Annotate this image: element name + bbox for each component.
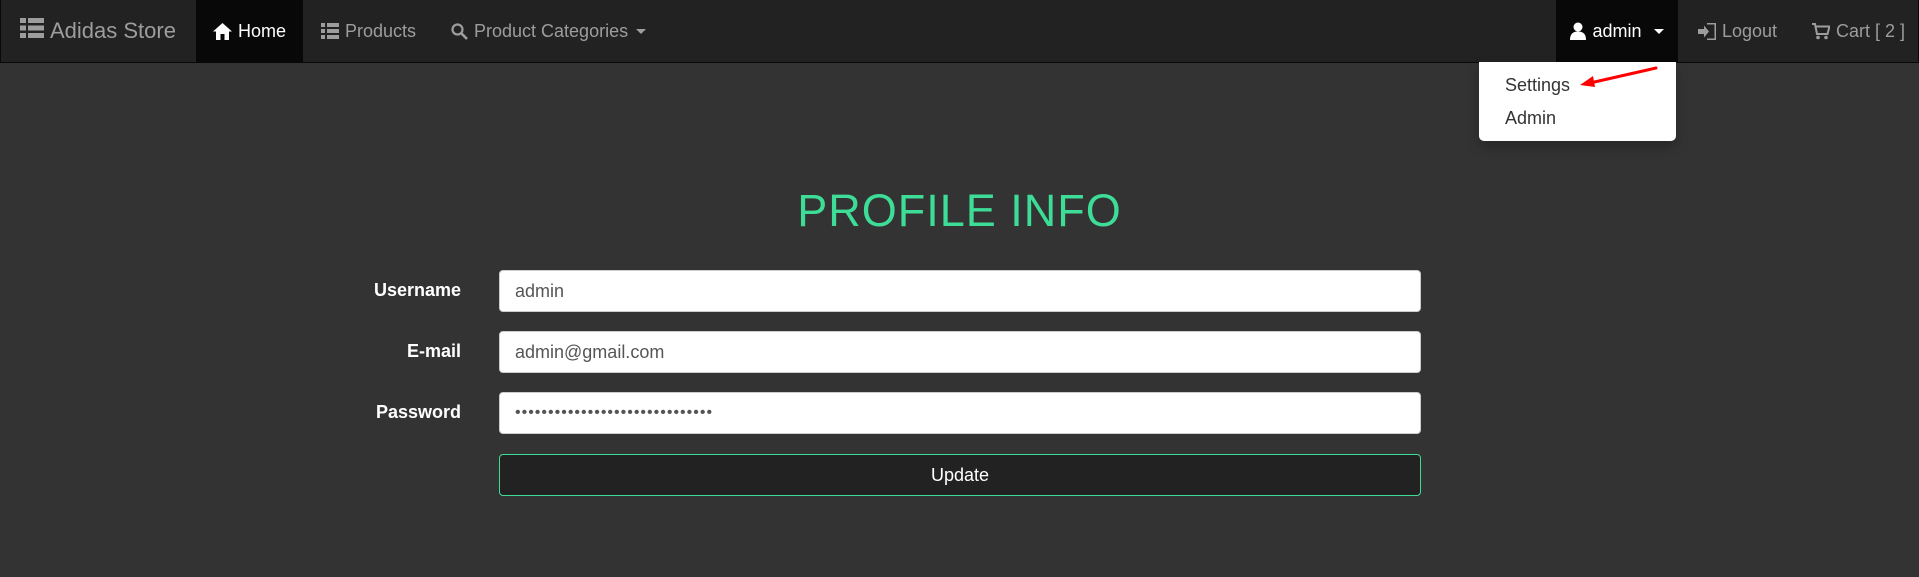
user-icon bbox=[1570, 22, 1587, 40]
nav-categories-label: Product Categories bbox=[474, 20, 629, 41]
nav-cart[interactable]: Cart [ 2 ] bbox=[1812, 0, 1905, 62]
nav-user-menu[interactable]: admin bbox=[1556, 0, 1678, 62]
navbar: Adidas Store Home Products Product Categ… bbox=[0, 0, 1919, 63]
caret-down-icon bbox=[636, 28, 647, 34]
nav-home-label: Home bbox=[237, 20, 286, 41]
nav-user-label: admin bbox=[1592, 20, 1642, 41]
nav-cart-label: Cart [ 2 ] bbox=[1836, 20, 1906, 41]
update-button[interactable]: Update bbox=[499, 454, 1421, 496]
username-label: Username bbox=[373, 280, 461, 300]
password-field[interactable] bbox=[499, 392, 1421, 434]
caret-down-icon bbox=[1653, 28, 1664, 34]
brand-label: Adidas Store bbox=[50, 18, 176, 43]
shopping-cart-icon bbox=[1812, 22, 1830, 40]
dropdown-item-admin[interactable]: Admin bbox=[1505, 108, 1556, 129]
dropdown-item-settings[interactable]: Settings bbox=[1505, 75, 1570, 96]
log-in-icon bbox=[1698, 22, 1716, 40]
password-label: Password bbox=[375, 402, 461, 422]
home-icon bbox=[212, 22, 232, 40]
page-title: PROFILE INFO bbox=[797, 185, 1122, 236]
annotation-arrow bbox=[1580, 66, 1658, 87]
nav-product-categories[interactable]: Product Categories bbox=[451, 0, 647, 62]
nav-products[interactable]: Products bbox=[321, 0, 416, 62]
email-label: E-mail bbox=[406, 341, 461, 361]
username-field[interactable] bbox=[499, 270, 1421, 312]
list-icon bbox=[20, 17, 44, 45]
nav-products-label: Products bbox=[345, 20, 417, 41]
list-icon bbox=[321, 23, 339, 39]
brand-link[interactable]: Adidas Store bbox=[20, 0, 176, 62]
nav-logout-label: Logout bbox=[1722, 20, 1778, 41]
search-icon bbox=[451, 22, 468, 40]
nav-home[interactable]: Home bbox=[196, 0, 303, 62]
email-field[interactable] bbox=[499, 331, 1421, 373]
nav-logout[interactable]: Logout bbox=[1698, 0, 1777, 62]
